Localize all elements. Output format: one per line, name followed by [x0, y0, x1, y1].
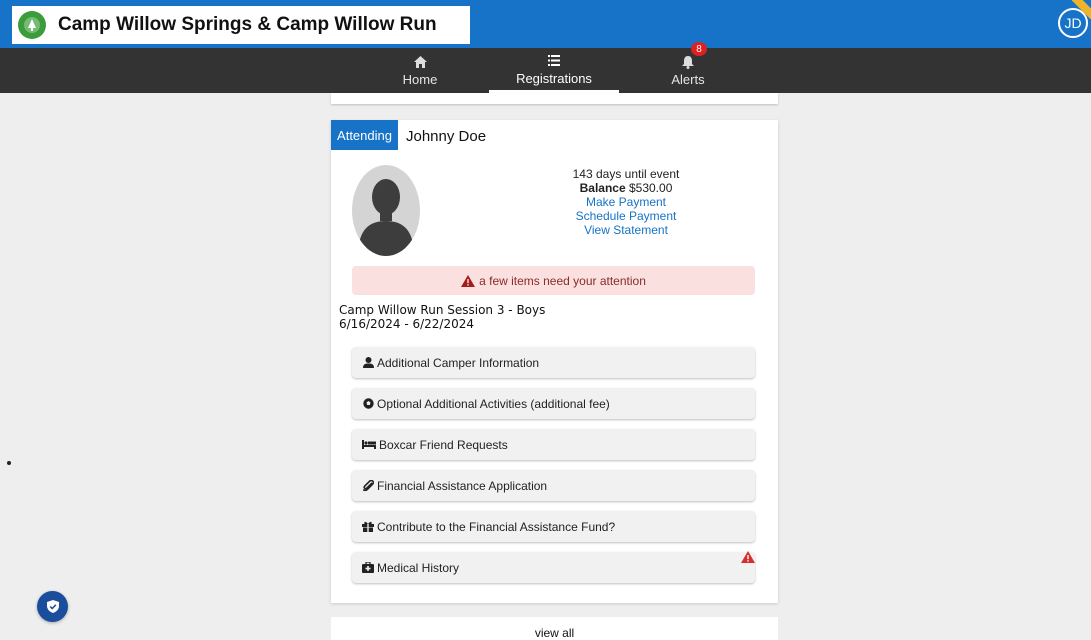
balance: Balance $530.00	[491, 181, 761, 195]
schedule-payment-link[interactable]: Schedule Payment	[491, 209, 761, 223]
gift-icon	[362, 521, 374, 533]
shield-check-button[interactable]	[37, 591, 68, 622]
soccer-ball-icon	[362, 398, 374, 410]
session-info: Camp Willow Run Session 3 - Boys 6/16/20…	[339, 303, 545, 331]
user-icon	[362, 357, 374, 369]
corner-ribbon	[1072, 0, 1091, 19]
previous-card	[331, 93, 778, 104]
top-header: Camp Willow Springs & Camp Willow Run JD	[0, 0, 1091, 48]
attention-alert: a few items need your attention	[352, 266, 755, 295]
camper-photo-placeholder	[352, 165, 420, 256]
alerts-count-badge: 8	[691, 42, 707, 56]
item-contribute-fund[interactable]: Contribute to the Financial Assistance F…	[352, 511, 755, 542]
item-boxcar-friend-requests[interactable]: Boxcar Friend Requests	[352, 429, 755, 460]
nav-home[interactable]: Home	[355, 48, 485, 93]
nav-alerts-label: Alerts	[671, 72, 705, 87]
alert-text: a few items need your attention	[479, 273, 646, 288]
item-additional-camper-info[interactable]: Additional Camper Information	[352, 347, 755, 378]
item-label: Financial Assistance Application	[377, 478, 548, 493]
home-icon	[413, 54, 427, 70]
camper-name: Johnny Doe	[406, 128, 487, 145]
nav-registrations[interactable]: Registrations	[489, 48, 619, 93]
view-statement-link[interactable]: View Statement	[491, 223, 761, 237]
nav-registrations-label: Registrations	[516, 70, 592, 86]
registration-card: Attending Johnny Doe 143 days until even…	[331, 120, 778, 603]
paperclip-icon	[362, 479, 374, 492]
balance-value: $530.00	[628, 181, 673, 195]
nav-alerts[interactable]: 8 Alerts	[623, 42, 753, 93]
item-label: Boxcar Friend Requests	[379, 437, 508, 452]
session-name: Camp Willow Run Session 3 - Boys	[339, 303, 546, 317]
camp-logo-icon	[18, 11, 46, 39]
view-all-link[interactable]: view all	[331, 626, 778, 640]
item-medical-history[interactable]: Medical History	[352, 552, 755, 583]
item-label: Optional Additional Activities (addition…	[377, 396, 610, 411]
item-label: Additional Camper Information	[377, 355, 540, 370]
list-icon	[548, 53, 560, 69]
item-label: Contribute to the Financial Assistance F…	[377, 519, 616, 534]
brand[interactable]: Camp Willow Springs & Camp Willow Run	[12, 6, 470, 44]
warning-icon	[741, 551, 755, 563]
view-all-card: view all	[331, 617, 778, 640]
days-until-event: 143 days until event	[572, 167, 680, 181]
bell-icon: 8	[682, 42, 707, 70]
balance-label: Balance	[579, 181, 626, 195]
status-badge: Attending	[331, 120, 398, 150]
app-title: Camp Willow Springs & Camp Willow Run	[58, 14, 437, 35]
warning-icon	[461, 274, 476, 287]
session-dates: 6/16/2024 - 6/22/2024	[339, 317, 475, 331]
bed-icon	[362, 439, 376, 451]
make-payment-link[interactable]: Make Payment	[491, 195, 761, 209]
item-financial-assistance-application[interactable]: Financial Assistance Application	[352, 470, 755, 501]
medical-kit-icon	[362, 562, 374, 574]
main-nav: Home Registrations 8 Alerts	[0, 42, 1091, 93]
shield-check-icon	[46, 600, 59, 613]
nav-home-label: Home	[402, 72, 438, 87]
item-optional-activities[interactable]: Optional Additional Activities (addition…	[352, 388, 755, 419]
item-label: Medical History	[377, 560, 460, 575]
list-bullet	[7, 461, 11, 465]
registration-summary: 143 days until event Balance $530.00 Mak…	[491, 167, 761, 237]
